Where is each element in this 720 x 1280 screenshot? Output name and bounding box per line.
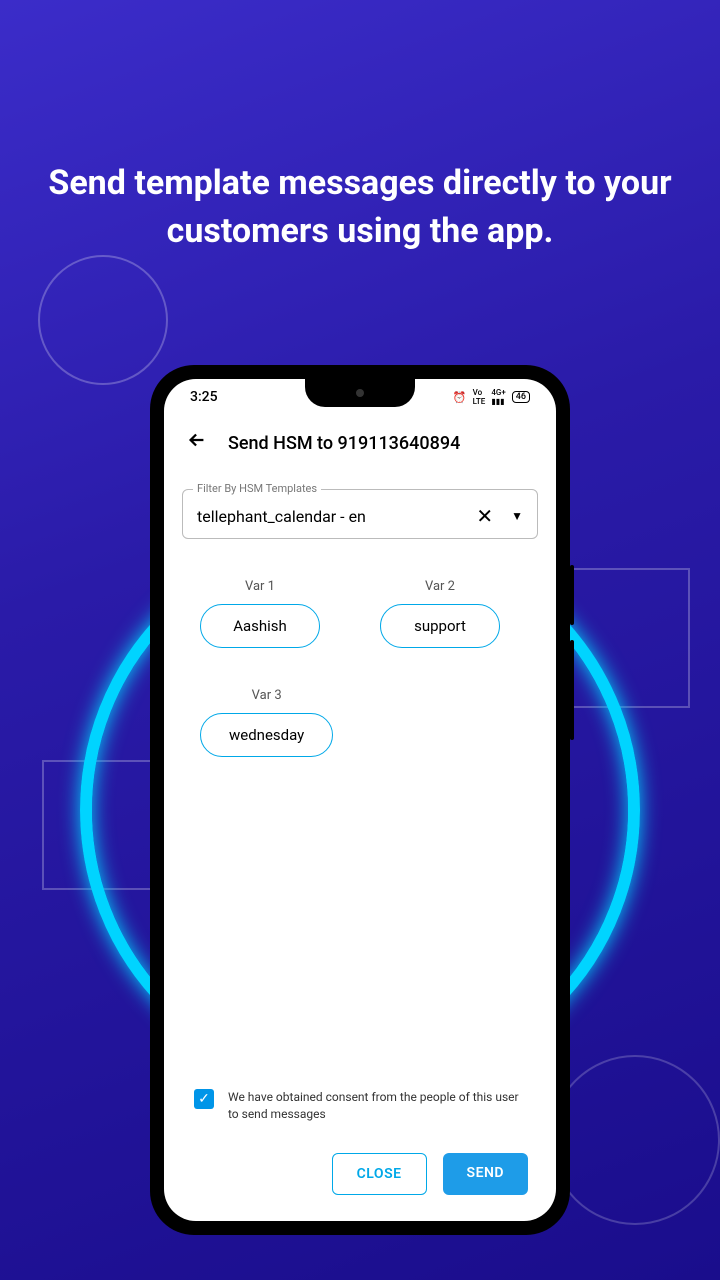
consent-checkbox[interactable]: ✓ (194, 1089, 214, 1109)
var-input[interactable]: Aashish (200, 604, 320, 648)
chevron-down-icon[interactable]: ▼ (511, 509, 523, 523)
var-label: Var 3 (252, 688, 282, 703)
headline-text: Send template messages directly to your … (0, 160, 720, 255)
select-value: tellephant_calendar - en (197, 507, 366, 526)
phone-button (570, 640, 574, 740)
select-label: Filter By HSM Templates (193, 482, 321, 495)
network-icon: 4G+▮▮▮ (491, 388, 505, 406)
battery-indicator: 46 (512, 391, 530, 403)
var-input[interactable]: support (380, 604, 500, 648)
phone-screen: 3:25 ⏰ VoLTE 4G+▮▮▮ 46 Send HSM to 91911… (164, 379, 556, 1221)
consent-text: We have obtained consent from the people… (228, 1089, 526, 1123)
decorative-circle (550, 1055, 720, 1225)
page-title: Send HSM to 919113640894 (228, 433, 460, 454)
var-item: Var 3 wednesday (200, 688, 333, 757)
clear-icon[interactable]: ✕ (476, 504, 493, 528)
close-button[interactable]: CLOSE (332, 1153, 427, 1195)
var-label: Var 2 (425, 579, 455, 594)
hsm-template-select[interactable]: Filter By HSM Templates tellephant_calen… (182, 489, 538, 539)
back-arrow-icon[interactable] (186, 429, 208, 457)
volte-icon: VoLTE (473, 388, 486, 406)
status-time: 3:25 (190, 389, 218, 405)
phone-notch (305, 379, 415, 407)
page-header: Send HSM to 919113640894 (164, 415, 556, 475)
action-buttons: CLOSE SEND (332, 1153, 528, 1195)
decorative-circle (38, 255, 168, 385)
phone-button (570, 565, 574, 625)
consent-row: ✓ We have obtained consent from the peop… (164, 1089, 556, 1123)
variables-grid: Var 1 Aashish Var 2 support Var 3 wednes… (164, 539, 556, 797)
alarm-icon: ⏰ (453, 391, 467, 404)
phone-frame: 3:25 ⏰ VoLTE 4G+▮▮▮ 46 Send HSM to 91911… (150, 365, 570, 1235)
var-item: Var 1 Aashish (200, 579, 320, 648)
var-label: Var 1 (245, 579, 275, 594)
var-input[interactable]: wednesday (200, 713, 333, 757)
var-item: Var 2 support (380, 579, 500, 648)
send-button[interactable]: SEND (443, 1153, 528, 1195)
